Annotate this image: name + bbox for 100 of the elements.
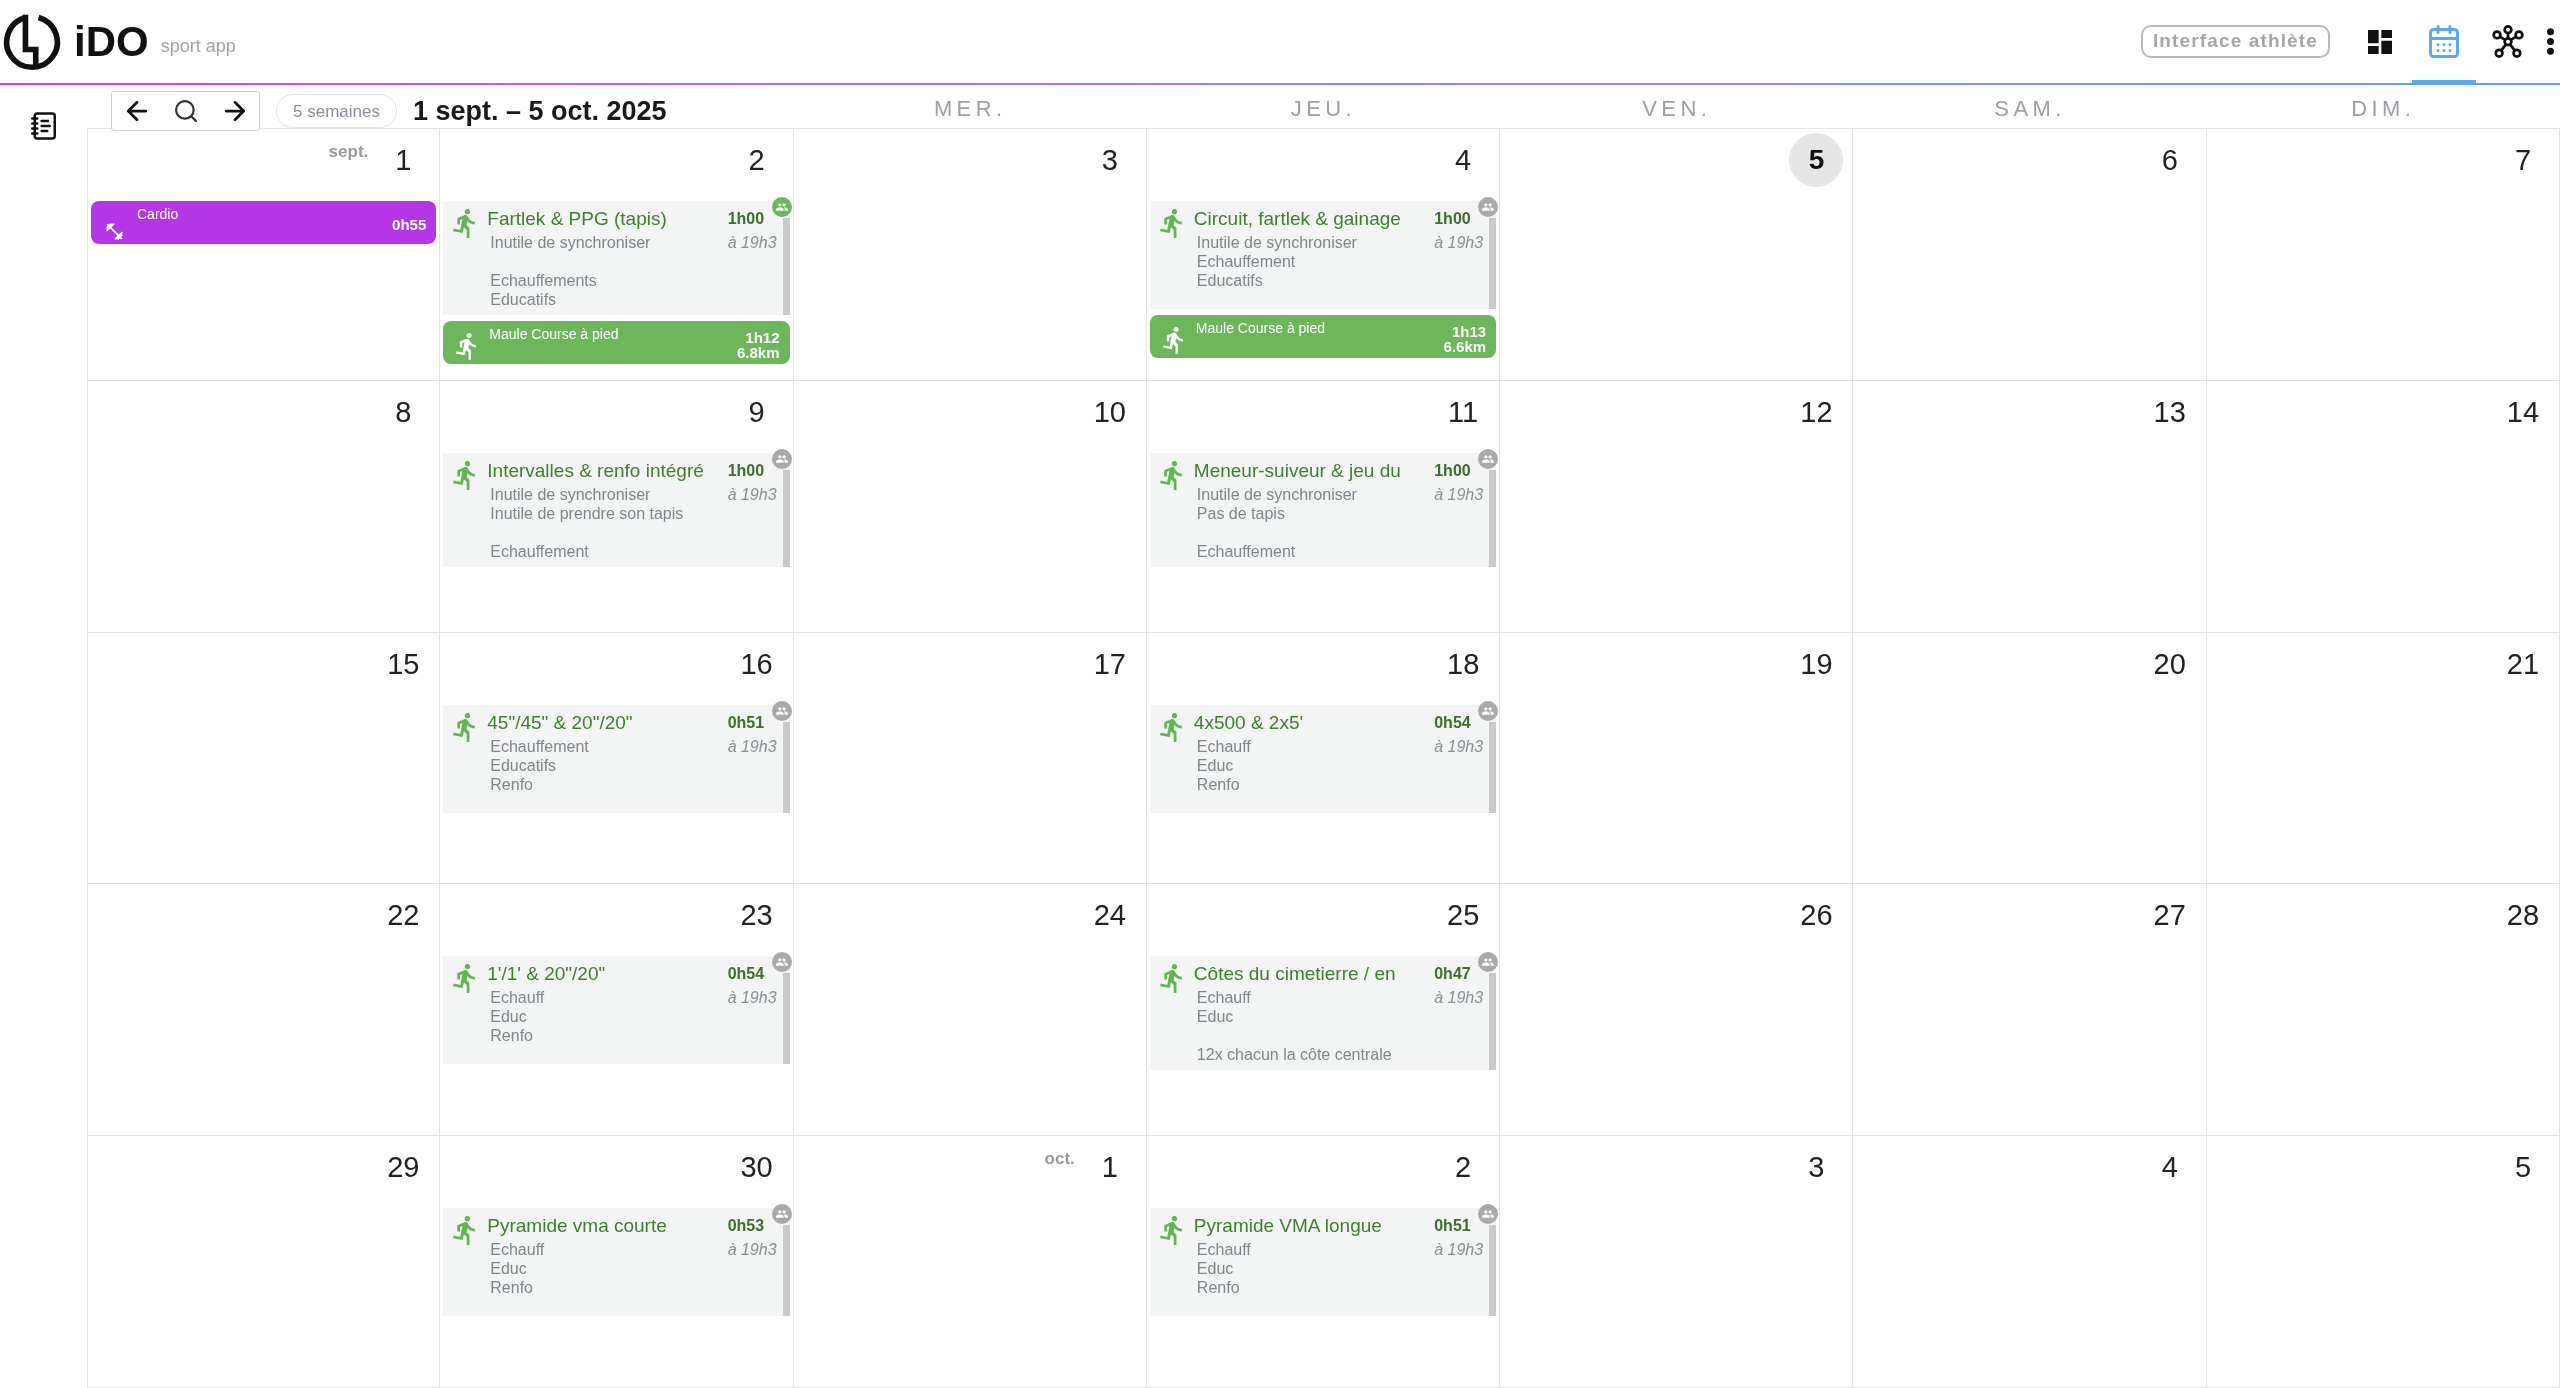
workout-card[interactable]: 4x500 & 2x5' 0h54 Echauff Educ Renfo à 19h3 (1149, 704, 1497, 813)
app-name: iDO (74, 20, 149, 63)
workout-duration: 0h54 (1434, 712, 1472, 733)
day-number: 2 (748, 143, 765, 178)
workout-duration: 0h51 (1434, 1216, 1472, 1237)
day-number: 20 (2153, 646, 2186, 682)
dumbbell-icon (105, 223, 123, 240)
workout-title: 1'/1' & 20"/20" (487, 962, 607, 987)
workout-note: Educ (1196, 1007, 1235, 1027)
weekday-label: VEN. (1642, 94, 1712, 123)
workout-note: Echauffements (490, 271, 598, 290)
workout-title: Pyramide VMA longue (1193, 1214, 1383, 1239)
workout-duration: 1h00 (1434, 209, 1472, 229)
activity-duration: 1h12 (745, 329, 780, 345)
workout-duration: 1h00 (727, 460, 766, 481)
scrollbar[interactable] (1489, 469, 1497, 567)
running-person-icon (453, 1216, 476, 1246)
dashboard-icon (2368, 29, 2392, 54)
day-number: 11 (1448, 394, 1479, 430)
workout-note: Echauffement (490, 541, 590, 561)
activity-title: Cardio (137, 205, 180, 224)
workout-note: Inutile de synchroniser (1196, 484, 1358, 504)
workout-note: Renfo (1196, 1278, 1241, 1298)
running-person-icon (453, 712, 476, 742)
scrollbar[interactable] (782, 1225, 790, 1317)
running-person-icon (453, 209, 476, 238)
day-number: 14 (2506, 394, 2540, 430)
running-person-icon (1159, 1216, 1182, 1246)
scrollbar[interactable] (1489, 218, 1497, 309)
workout-time: à 19h3 (1434, 988, 1484, 1009)
scrollbar[interactable] (1489, 1225, 1497, 1317)
day-number: 22 (387, 898, 420, 934)
day-number: 4 (2161, 1150, 2178, 1186)
workout-title: Côtes du cimetierre / en (1193, 962, 1397, 987)
workout-note: Educatifs (490, 755, 558, 775)
workout-note: Educatifs (490, 290, 558, 309)
workout-card[interactable]: 45"/45" & 20"/20" 0h51 Echauffement Educatifs Renfo à 19h3 (443, 704, 790, 813)
running-person-icon (1159, 964, 1182, 994)
weekday-label: JEU. (1290, 94, 1357, 123)
day-number: 5 (2514, 1150, 2532, 1186)
day-number: 4 (1455, 143, 1472, 178)
workout-duration: 0h54 (727, 964, 766, 985)
workout-note: Educatifs (1196, 271, 1264, 290)
date-range-title: 1 sept. – 5 oct. 2025 (412, 95, 667, 128)
workout-time: à 19h3 (727, 736, 777, 757)
workout-card[interactable]: Intervalles & renfo intégré 1h00 Inutile de synchroniser Inutile de prendre son tapis Echauffement à 19h3 (443, 452, 790, 567)
scrollbar[interactable] (782, 973, 790, 1065)
app-tagline: sport app (160, 34, 236, 58)
workout-note: Renfo (490, 774, 534, 794)
scrollbar[interactable] (782, 721, 790, 813)
day-number: 2 (1455, 1150, 1472, 1186)
workout-card[interactable]: Meneur-suiveur & jeu du 1h00 Inutile de synchroniser Pas de tapis Echauffement à 19h3 (1149, 452, 1497, 567)
workout-time: à 19h3 (1434, 1240, 1484, 1261)
day-number: 1 (1101, 1150, 1118, 1186)
activity-distance: 6.6km (1443, 338, 1487, 354)
workout-note: Echauff (490, 1240, 546, 1260)
day-number: 16 (740, 646, 773, 682)
activity-bar[interactable]: Cardio 0h55 (91, 201, 437, 244)
running-person-icon (456, 333, 477, 360)
day-number: 9 (748, 394, 765, 430)
workout-note: Echauff (1196, 988, 1252, 1008)
scrollbar[interactable] (1489, 721, 1497, 813)
weekday-label: MER. (933, 94, 1007, 123)
day-number: 8 (395, 394, 412, 430)
arrow-right-icon (224, 101, 245, 122)
day-number: 24 (1093, 898, 1126, 934)
workout-title: Pyramide vma courte (487, 1214, 668, 1239)
workout-note: Educ (1196, 1259, 1235, 1279)
workout-time: à 19h3 (1434, 484, 1484, 505)
day-number: 10 (1093, 394, 1126, 430)
arrow-left-icon (126, 101, 147, 122)
workout-duration: 0h51 (727, 712, 766, 733)
more-icon (2546, 28, 2554, 55)
activity-title: Maule Course à pied (1195, 319, 1327, 338)
scrollbar[interactable] (782, 218, 790, 315)
workout-note: Educ (1196, 755, 1235, 775)
workout-duration: 1h00 (1434, 460, 1472, 481)
workout-note: Echauff (1196, 1240, 1252, 1260)
scrollbar[interactable] (782, 469, 790, 567)
notebook-icon[interactable] (31, 112, 56, 140)
day-number: 30 (740, 1150, 773, 1186)
day-number: 7 (2514, 143, 2532, 178)
day-number: 17 (1093, 646, 1126, 682)
workout-time: à 19h3 (1434, 736, 1484, 757)
workout-note: 12x chacun la côte centrale (1196, 1045, 1393, 1065)
running-person-icon (1159, 209, 1182, 238)
day-number: 25 (1447, 898, 1480, 934)
day-number: 23 (740, 898, 773, 934)
workout-duration: 0h47 (1434, 964, 1472, 985)
workout-title: 4x500 & 2x5' (1193, 710, 1305, 735)
activity-title: Maule Course à pied (489, 325, 620, 344)
workout-note: Inutile de synchroniser (490, 484, 652, 504)
scrollbar[interactable] (1489, 973, 1497, 1071)
workout-duration: 1h00 (727, 209, 766, 229)
running-person-icon (1159, 460, 1182, 490)
weekday-label: DIM. (2351, 94, 2416, 123)
running-person-icon (1159, 712, 1182, 742)
running-person-icon (453, 964, 476, 994)
day-number: 26 (1800, 898, 1833, 934)
workout-title: Fartlek & PPG (tapis) (487, 207, 668, 231)
